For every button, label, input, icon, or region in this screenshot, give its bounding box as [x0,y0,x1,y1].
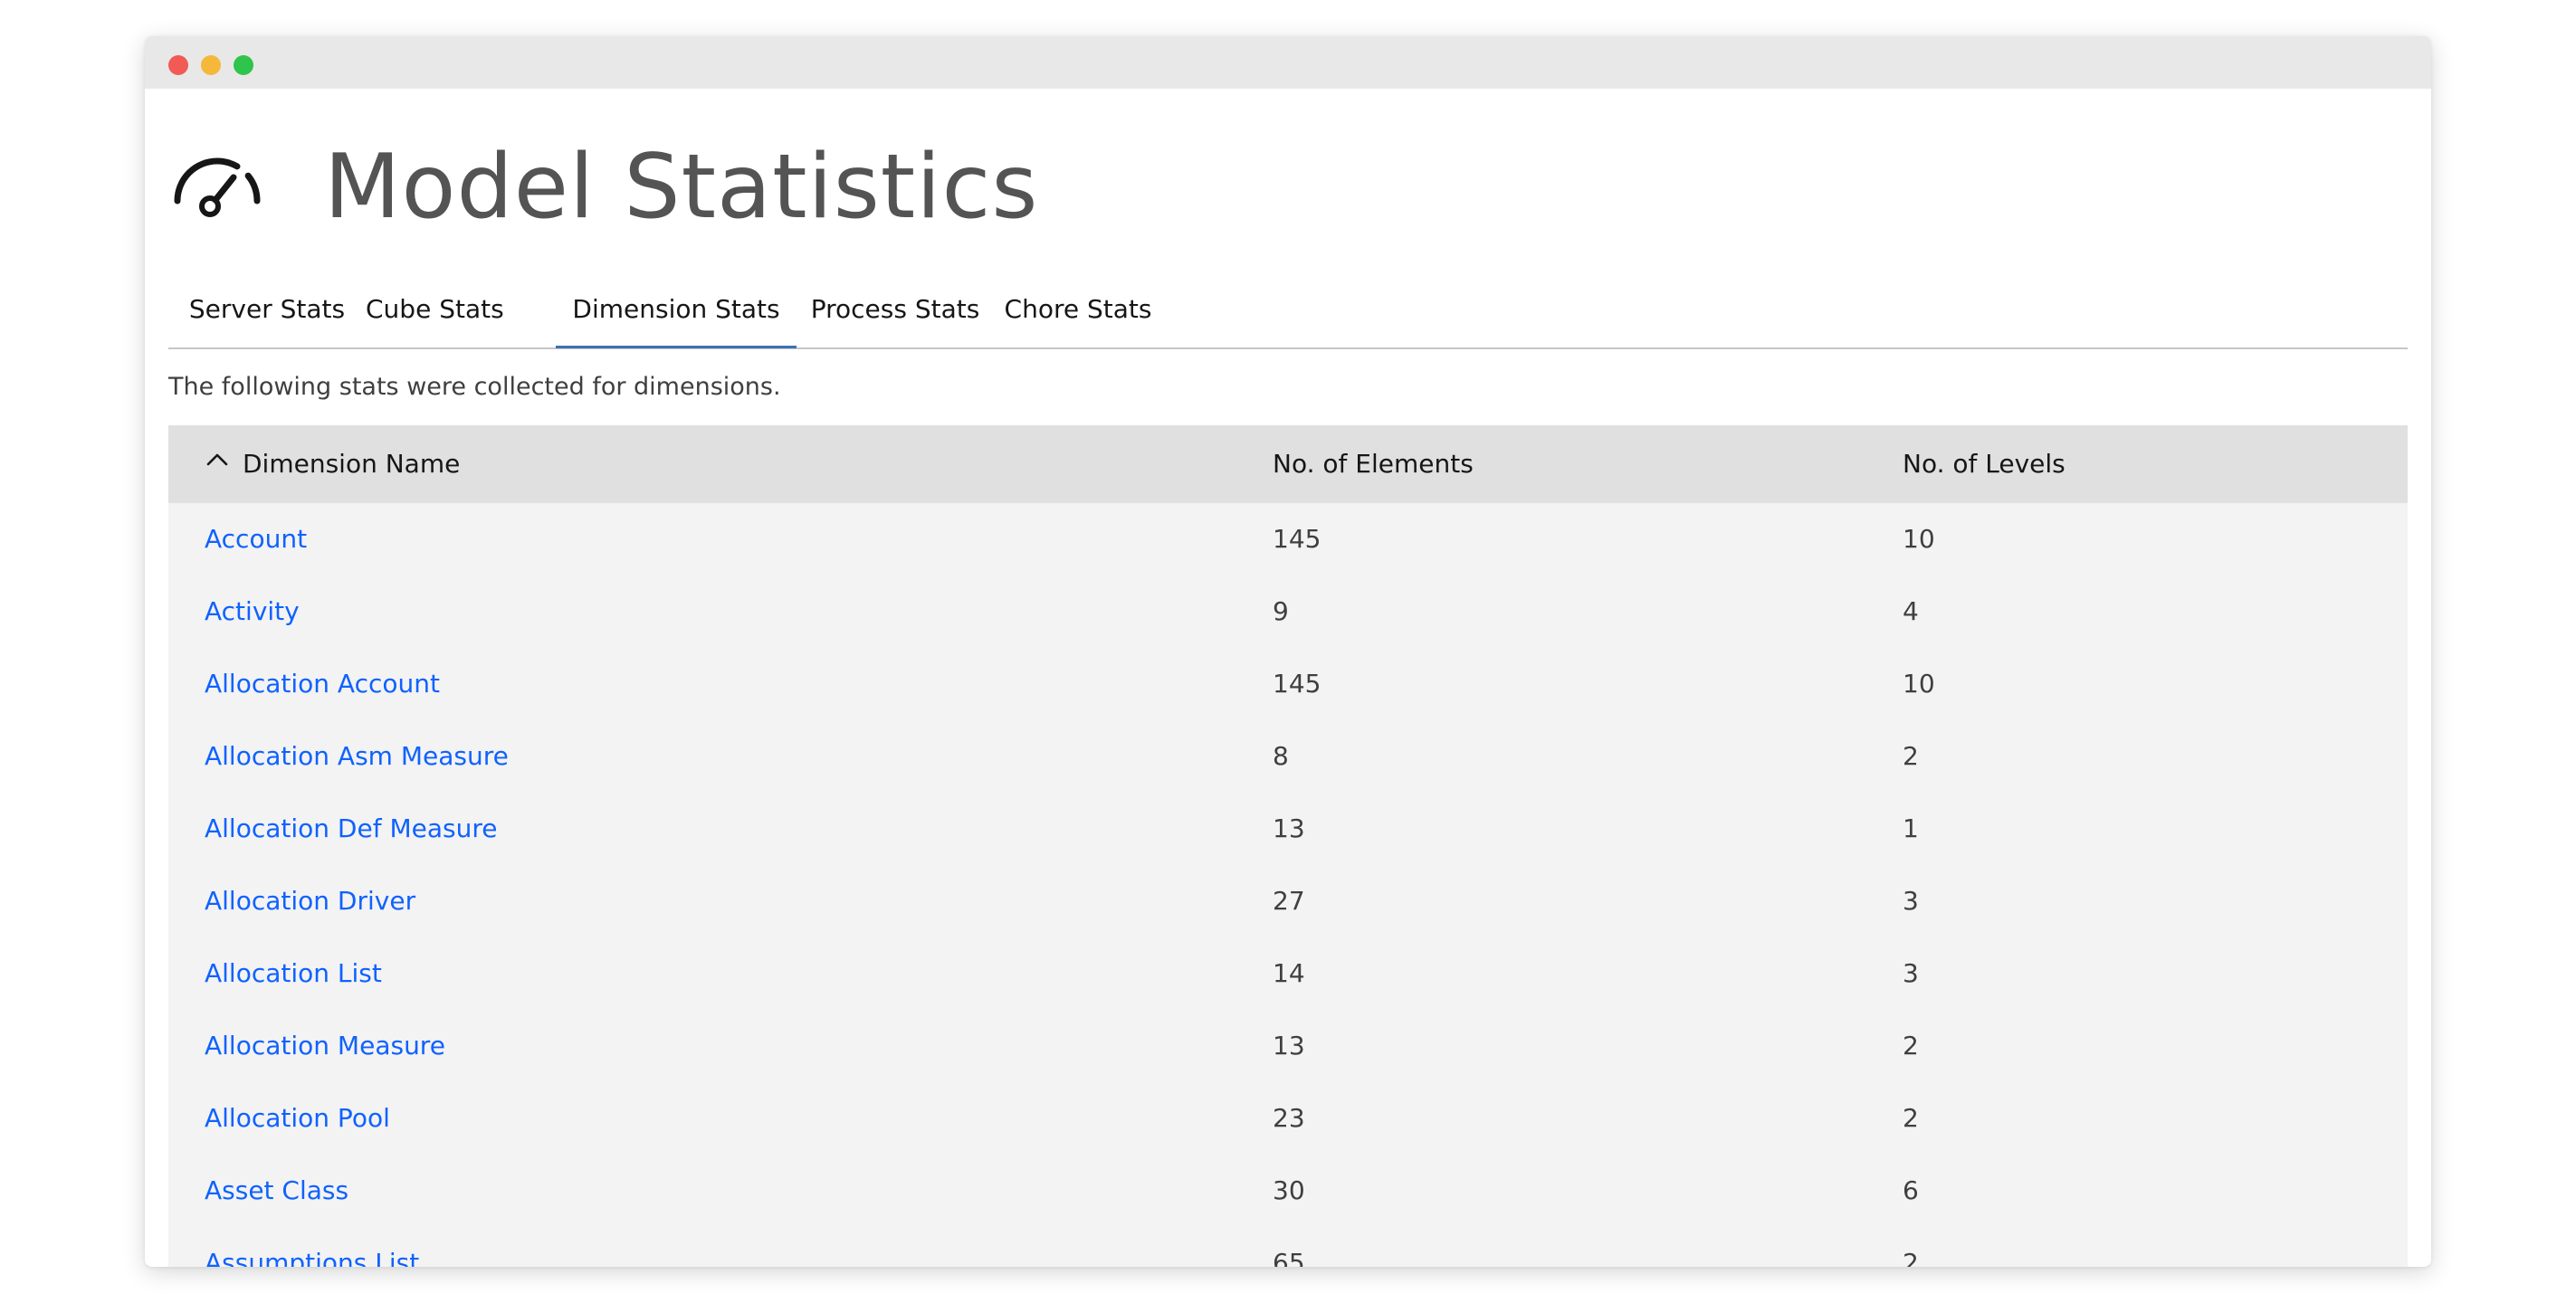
levels-count: 3 [1903,958,1919,988]
dimension-name-link[interactable]: Allocation Pool [205,1082,390,1155]
tab-cube-stats[interactable]: Cube Stats [366,273,504,346]
description-text: The following stats were collected for d… [168,373,781,401]
elements-count: 9 [1273,596,1289,626]
speedometer-icon [174,157,261,217]
dimension-name-link[interactable]: Allocation List [205,937,382,1010]
window-titlebar [145,36,2431,89]
levels-count: 10 [1903,669,1935,699]
levels-count: 3 [1903,886,1919,916]
table-header: Dimension Name No. of Elements No. of Le… [168,425,2408,503]
dimension-name-link[interactable]: Assumptions List [205,1227,419,1267]
table-row: Asset Class 30 6 [168,1155,2408,1227]
table-row: Allocation Account 145 10 [168,648,2408,720]
dimension-name-link[interactable]: Activity [205,575,300,648]
elements-count: 13 [1273,1031,1305,1060]
table-row: Activity 9 4 [168,575,2408,648]
dimension-name-link[interactable]: Allocation Driver [205,865,415,937]
dimension-name-link[interactable]: Asset Class [205,1155,348,1227]
sort-ascending-icon [206,453,228,466]
table-row: Allocation List 14 3 [168,937,2408,1010]
tab-server-stats[interactable]: Server Stats [168,273,366,346]
levels-count: 2 [1903,741,1919,771]
levels-count: 2 [1903,1103,1919,1133]
table-row: Allocation Def Measure 13 1 [168,793,2408,865]
minimize-window-button[interactable] [201,55,221,75]
tab-chore-stats[interactable]: Chore Stats [994,273,1162,346]
column-header-levels[interactable]: No. of Levels [1903,425,2066,503]
levels-count: 10 [1903,524,1935,554]
elements-count: 65 [1273,1248,1305,1267]
dimension-stats-table: Dimension Name No. of Elements No. of Le… [168,425,2408,1267]
table-row: Account 145 10 [168,503,2408,575]
stats-tabs: Server Stats Cube Stats Dimension Stats … [168,273,2408,349]
elements-count: 27 [1273,886,1305,916]
dimension-name-link[interactable]: Allocation Account [205,648,440,720]
table-body: Account 145 10 Activity 9 4 Allocation A… [168,503,2408,1267]
table-row: Assumptions List 65 2 [168,1227,2408,1267]
dimension-name-link[interactable]: Allocation Asm Measure [205,720,509,793]
elements-count: 30 [1273,1175,1305,1205]
column-header-dimension-name[interactable]: Dimension Name [205,425,460,503]
table-row: Allocation Asm Measure 8 2 [168,720,2408,793]
elements-count: 8 [1273,741,1289,771]
levels-count: 2 [1903,1248,1919,1267]
column-header-label: Dimension Name [243,449,461,479]
tab-dimension-stats[interactable]: Dimension Stats [556,273,797,348]
dimension-name-link[interactable]: Account [205,503,307,575]
levels-count: 2 [1903,1031,1919,1060]
close-window-button[interactable] [168,55,188,75]
table-row: Allocation Measure 13 2 [168,1010,2408,1082]
dimension-name-link[interactable]: Allocation Measure [205,1010,445,1082]
dimension-name-link[interactable]: Allocation Def Measure [205,793,497,865]
tab-process-stats[interactable]: Process Stats [797,273,994,346]
levels-count: 4 [1903,596,1919,626]
table-row: Allocation Driver 27 3 [168,865,2408,937]
levels-count: 1 [1903,813,1919,843]
column-header-elements[interactable]: No. of Elements [1273,425,1474,503]
app-window: Model Statistics Server Stats Cube Stats… [145,36,2431,1267]
maximize-window-button[interactable] [234,55,253,75]
page-title: Model Statistics [324,136,1039,239]
elements-count: 13 [1273,813,1305,843]
elements-count: 14 [1273,958,1305,988]
elements-count: 145 [1273,524,1321,554]
table-row: Allocation Pool 23 2 [168,1082,2408,1155]
levels-count: 6 [1903,1175,1919,1205]
elements-count: 145 [1273,669,1321,699]
elements-count: 23 [1273,1103,1305,1133]
